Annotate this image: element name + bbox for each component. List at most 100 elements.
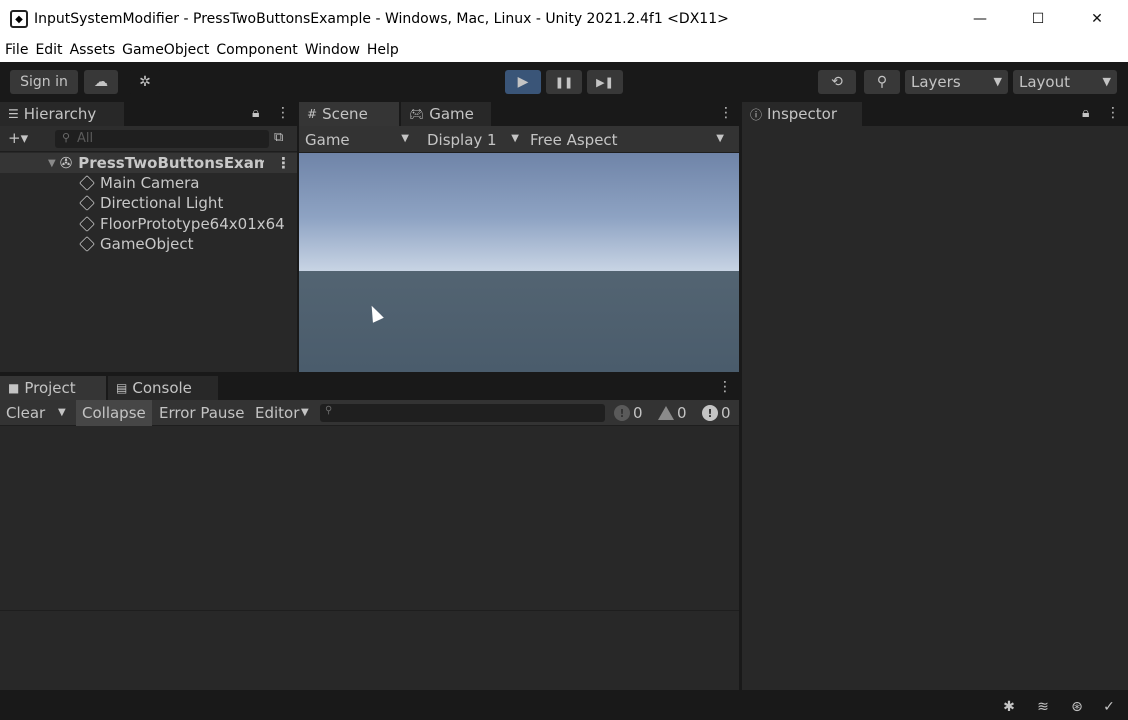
close-button[interactable]: ✕	[1068, 0, 1126, 38]
chevron-down-icon: ▼	[511, 133, 519, 144]
search-icon[interactable]: ⚲	[864, 70, 900, 94]
kebab-menu-icon[interactable]: ⋮	[719, 105, 733, 121]
window-title-bar: ◆ InputSystemModifier - PressTwoButtonsE…	[0, 0, 1128, 38]
bug-icon[interactable]: ✱	[1000, 698, 1018, 716]
chevron-down-icon: ▼	[993, 75, 1002, 88]
list-icon: ☰	[8, 107, 19, 121]
scene-filter-icon[interactable]: ⧉	[274, 130, 283, 145]
tree-item-label: FloorPrototype64x01x64	[100, 215, 285, 233]
clear-label: Clear	[6, 404, 46, 422]
kebab-menu-icon[interactable]: ⋮	[276, 105, 290, 121]
inspector-panel: ⓘ Inspector 🔒︎ ⋮	[742, 102, 1128, 690]
tab-game-label: Game	[429, 105, 474, 123]
history-icon[interactable]: ⟲	[818, 70, 856, 94]
tree-item-label: GameObject	[100, 235, 194, 253]
layout-dropdown[interactable]: Layout ▼	[1013, 70, 1117, 94]
editor-dropdown[interactable]: Editor ▼	[249, 400, 315, 426]
warning-icon	[658, 406, 674, 420]
game-view-label: Game	[305, 130, 350, 149]
check-circle-icon[interactable]: ✓	[1100, 698, 1118, 716]
hierarchy-toolbar: +▾ All ⚲ ⧉	[0, 126, 297, 152]
menu-assets[interactable]: Assets	[70, 42, 116, 58]
cube-icon	[79, 216, 95, 232]
error-pause-button[interactable]: Error Pause	[153, 400, 245, 426]
collab-icon[interactable]: ✲	[128, 70, 162, 94]
cube-icon	[79, 236, 95, 252]
tree-item-label: Directional Light	[100, 194, 224, 212]
error-count-toggle[interactable]: ! 0	[702, 400, 731, 426]
lock-icon[interactable]: 🔒︎	[252, 105, 259, 121]
game-viewport[interactable]	[299, 153, 739, 372]
chevron-down-icon: ▼	[301, 407, 309, 418]
console-tabbar: ■ Project ▤ Console ⋮	[0, 376, 739, 400]
lock-icon[interactable]: 🔒︎	[1082, 105, 1089, 121]
tree-item-directional-light[interactable]: Directional Light	[0, 193, 297, 213]
unity-logo-icon: ◆	[10, 10, 28, 28]
sign-in-button[interactable]: Sign in	[10, 70, 78, 94]
scene-row[interactable]: ▼ ✇ PressTwoButtonsExamp ⋮	[0, 153, 297, 173]
tab-game[interactable]: 🎮︎ Game	[401, 102, 491, 126]
inspector-tabbar: ⓘ Inspector 🔒︎ ⋮	[742, 102, 1128, 126]
kebab-menu-icon[interactable]: ⋮	[276, 154, 291, 172]
tree-item-floor[interactable]: FloorPrototype64x01x64	[0, 214, 297, 234]
warning-count-toggle[interactable]: 0	[658, 400, 687, 426]
tab-console-label: Console	[132, 379, 192, 397]
tab-project-label: Project	[24, 379, 76, 397]
error-icon: !	[702, 405, 718, 421]
cloud-icon[interactable]: ☁	[84, 70, 118, 94]
chevron-down-icon: ▼	[716, 133, 724, 144]
tab-inspector-label: Inspector	[767, 105, 837, 123]
tab-project[interactable]: ■ Project	[0, 376, 106, 400]
step-button[interactable]: ▶❚	[587, 70, 623, 94]
aspect-dropdown[interactable]: Free Aspect ▼	[524, 126, 728, 153]
tree-item-main-camera[interactable]: Main Camera	[0, 173, 297, 193]
tab-scene[interactable]: # Scene	[299, 102, 399, 126]
game-view-dropdown[interactable]: Game ▼	[299, 126, 413, 153]
pause-button[interactable]: ❚❚	[546, 70, 582, 94]
menu-component[interactable]: Component	[216, 42, 297, 58]
kebab-menu-icon[interactable]: ⋮	[1106, 105, 1120, 121]
display-dropdown[interactable]: Display 1 ▼	[421, 126, 523, 153]
database-icon[interactable]: ≋	[1034, 698, 1052, 716]
minimize-button[interactable]: —	[951, 0, 1009, 38]
add-dropdown-button[interactable]: +▾	[8, 129, 28, 147]
layers-label: Layers	[911, 73, 961, 91]
window-title: InputSystemModifier - PressTwoButtonsExa…	[34, 11, 729, 27]
menu-edit[interactable]: Edit	[35, 42, 62, 58]
hierarchy-search-input[interactable]: All	[55, 130, 269, 148]
chevron-down-icon[interactable]: ▼	[48, 158, 56, 169]
info-count-toggle[interactable]: ! 0	[614, 400, 643, 426]
menu-window[interactable]: Window	[305, 42, 360, 58]
main-toolbar: Sign in ☁ ✲ ▶ ❚❚ ▶❚ ⟲ ⚲ Layers ▼ Layout …	[0, 62, 1128, 102]
aspect-label: Free Aspect	[530, 130, 618, 149]
unity-scene-icon: ✇	[59, 154, 73, 172]
tab-console[interactable]: ▤ Console	[108, 376, 218, 400]
network-icon[interactable]: ⊛	[1068, 698, 1086, 716]
tab-scene-label: Scene	[322, 105, 368, 123]
info-icon: ⓘ	[750, 107, 763, 122]
tree-item-label: Main Camera	[100, 174, 200, 192]
layout-label: Layout	[1019, 73, 1070, 91]
tab-hierarchy[interactable]: ☰ Hierarchy	[0, 102, 124, 126]
console-search-input[interactable]	[320, 404, 605, 422]
editor-label: Editor	[255, 404, 300, 422]
tree-item-gameobject[interactable]: GameObject	[0, 234, 297, 254]
grid-icon: #	[307, 107, 318, 121]
clear-dropdown[interactable]: Clear ▼	[0, 400, 72, 426]
console-detail-divider[interactable]	[0, 610, 739, 611]
collapse-button[interactable]: Collapse	[76, 400, 152, 426]
folder-icon: ■	[8, 381, 20, 395]
layers-dropdown[interactable]: Layers ▼	[905, 70, 1008, 94]
chevron-down-icon: ▼	[58, 407, 66, 418]
menu-help[interactable]: Help	[367, 42, 399, 58]
tab-hierarchy-label: Hierarchy	[23, 105, 97, 123]
play-button[interactable]: ▶	[505, 70, 541, 94]
status-bar: ✱ ≋ ⊛ ✓	[0, 692, 1128, 720]
tab-inspector[interactable]: ⓘ Inspector	[742, 102, 862, 126]
console-panel: ■ Project ▤ Console ⋮ Clear ▼ Collapse E…	[0, 376, 739, 690]
gamepad-icon: 🎮︎	[409, 107, 425, 121]
maximize-button[interactable]: ☐	[1009, 0, 1067, 38]
menu-file[interactable]: File	[5, 42, 28, 58]
menu-gameobject[interactable]: GameObject	[122, 42, 209, 58]
kebab-menu-icon[interactable]: ⋮	[718, 379, 732, 395]
